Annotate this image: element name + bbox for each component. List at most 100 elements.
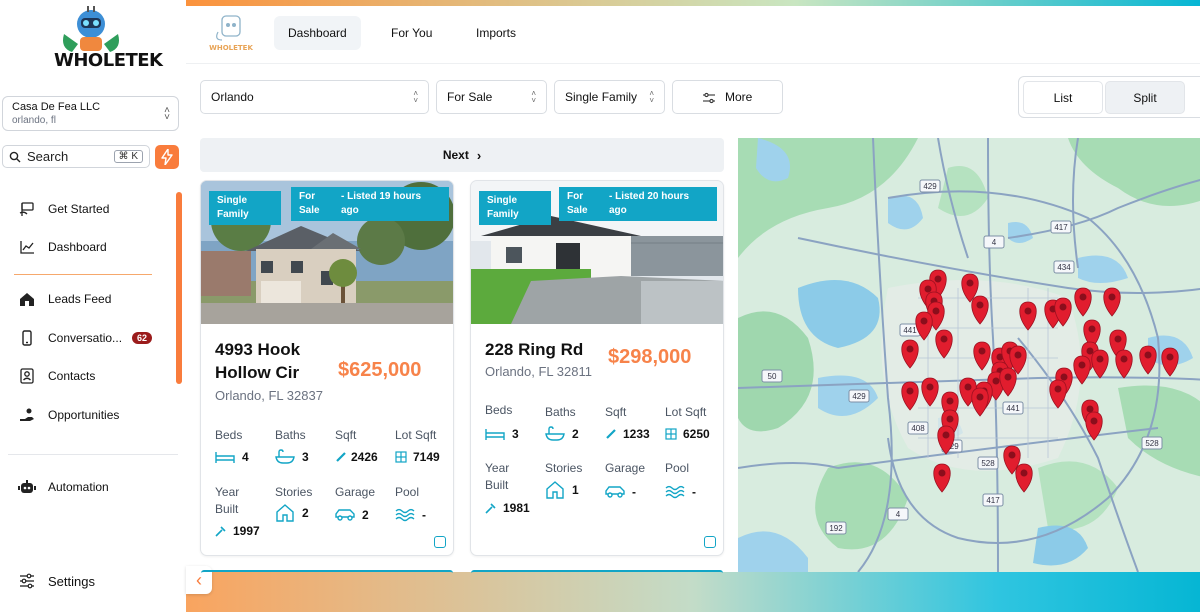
sidebar-item-opportunities[interactable]: Opportunities bbox=[18, 406, 119, 424]
year-built-value: 1997 bbox=[215, 522, 260, 540]
highway-shield: 528 bbox=[977, 456, 999, 470]
baths-value: 3 bbox=[275, 448, 309, 466]
nav-divider bbox=[8, 454, 178, 455]
highway-shield: 429 bbox=[848, 389, 870, 403]
sqft-value: 2426 bbox=[335, 448, 378, 466]
more-filters-label: More bbox=[725, 90, 753, 104]
sidebar: WHOLETEK Casa De Fea LLC orlando, fl ˄ ˅ … bbox=[0, 0, 186, 612]
bathtub-icon bbox=[545, 425, 565, 443]
property-type-value: Single Family bbox=[565, 90, 638, 104]
listing-city: Orlando, FL 32811 bbox=[485, 364, 592, 379]
sidebar-item-label: Automation bbox=[48, 480, 109, 494]
listings-map[interactable]: 429 4 417 434 441 50 429 408 528 417 4 192 528 429 441 bbox=[738, 138, 1200, 572]
pool-value: - bbox=[665, 483, 696, 501]
sidebar-item-leads-feed[interactable]: Leads Feed bbox=[18, 290, 111, 308]
top-header: WHOLETEK Dashboard For You Imports bbox=[186, 6, 1200, 64]
sqft-label: Sqft bbox=[605, 405, 627, 419]
tab-imports[interactable]: Imports bbox=[462, 16, 530, 50]
contact-card-icon bbox=[18, 367, 36, 385]
highway-shield: 429 bbox=[919, 179, 941, 193]
water-waves-icon bbox=[395, 506, 415, 524]
beds-value: 3 bbox=[485, 425, 519, 443]
select-checkbox[interactable] bbox=[434, 536, 446, 548]
select-checkbox[interactable] bbox=[704, 536, 716, 548]
location-value: Orlando bbox=[211, 90, 254, 104]
robot-icon bbox=[18, 478, 36, 496]
org-selector[interactable]: Casa De Fea LLC orlando, fl ˄ ˅ bbox=[2, 96, 179, 131]
lot-sqft-value: 7149 bbox=[395, 448, 440, 466]
sidebar-item-get-started[interactable]: Get Started bbox=[18, 200, 109, 218]
more-filters-button[interactable]: More bbox=[672, 80, 783, 114]
next-listing-card-edge bbox=[201, 570, 453, 576]
chevron-up-down-icon: ˄ ˅ bbox=[649, 89, 654, 105]
property-type-tag: Single Family bbox=[209, 191, 281, 225]
sidebar-search[interactable]: Search ⌘ K bbox=[2, 145, 150, 168]
sidebar-item-settings[interactable]: Settings bbox=[18, 572, 95, 590]
status-value: For Sale bbox=[447, 90, 493, 104]
lightning-icon bbox=[161, 149, 173, 165]
sidebar-item-label: Leads Feed bbox=[48, 292, 112, 306]
sidebar-item-label: Get Started bbox=[48, 202, 110, 216]
beds-value: 4 bbox=[215, 448, 249, 466]
highway-shield: 4 bbox=[983, 235, 1005, 249]
highway-shield: 50 bbox=[761, 369, 783, 383]
listing-price: $298,000 bbox=[608, 346, 692, 368]
chart-icon bbox=[18, 238, 36, 256]
tab-for-you[interactable]: For You bbox=[377, 16, 446, 50]
sidebar-item-dashboard[interactable]: Dashboard bbox=[18, 238, 107, 256]
lot-sqft-value: 6250 bbox=[665, 425, 710, 443]
location-select[interactable]: Orlando ˄ ˅ bbox=[200, 80, 429, 114]
ruler-icon bbox=[335, 448, 347, 466]
property-type-select[interactable]: Single Family ˄ ˅ bbox=[554, 80, 665, 114]
sidebar-item-automation[interactable]: Automation bbox=[18, 478, 109, 496]
year-built-label: Year Built bbox=[215, 485, 240, 516]
svg-text:192: 192 bbox=[829, 524, 843, 533]
beds-label: Beds bbox=[215, 428, 243, 442]
split-view-button[interactable]: Split bbox=[1105, 81, 1185, 114]
ruler-icon bbox=[605, 425, 617, 443]
sidebar-item-contacts[interactable]: Contacts bbox=[18, 367, 95, 385]
next-page-button[interactable]: Next › bbox=[200, 138, 724, 172]
chevron-up-down-icon: ˄ ˅ bbox=[164, 105, 170, 123]
stories-value: 2 bbox=[275, 504, 309, 522]
highway-shield: 192 bbox=[825, 521, 847, 535]
sidebar-item-conversations[interactable]: Conversatio... 62 bbox=[18, 329, 153, 347]
listing-price: $625,000 bbox=[338, 359, 422, 381]
lot-sqft-label: Lot Sqft bbox=[665, 405, 707, 419]
highway-shield: 434 bbox=[1053, 260, 1075, 274]
garage-value: - bbox=[605, 483, 636, 501]
pool-label: Pool bbox=[665, 461, 690, 475]
svg-text:429: 429 bbox=[852, 392, 866, 401]
svg-text:408: 408 bbox=[911, 424, 925, 433]
stories-label: Stories bbox=[545, 461, 583, 475]
map-canvas[interactable]: 4294417434441504294085284174192528429441 bbox=[738, 138, 1200, 572]
svg-text:429: 429 bbox=[923, 182, 937, 191]
unread-count-badge: 62 bbox=[132, 332, 153, 344]
tab-dashboard[interactable]: Dashboard bbox=[274, 16, 361, 50]
listed-time-tag: - Listed 20 hours ago bbox=[601, 187, 717, 221]
svg-text:4: 4 bbox=[896, 510, 901, 519]
house-outline-icon bbox=[275, 504, 295, 522]
status-select[interactable]: For Sale ˄ ˅ bbox=[436, 80, 547, 114]
hammer-icon bbox=[485, 499, 497, 517]
quick-action-button[interactable] bbox=[155, 145, 179, 169]
beds-label: Beds bbox=[485, 403, 513, 417]
listing-address: 4993 Hook Hollow Cir bbox=[215, 340, 301, 382]
wholetek-mini-logo: WHOLETEK bbox=[209, 15, 253, 52]
search-shortcut: ⌘ K bbox=[113, 150, 143, 163]
sidebar-scrollbar[interactable] bbox=[176, 192, 182, 384]
listed-time-tag: - Listed 19 hours ago bbox=[333, 187, 449, 221]
house-outline-icon bbox=[545, 481, 565, 499]
year-built-value: 1981 bbox=[485, 499, 530, 517]
sidebar-item-label: Settings bbox=[48, 573, 95, 589]
svg-text:441: 441 bbox=[1006, 404, 1020, 413]
listing-card[interactable]: Single Family For Sale - Listed 20 hours… bbox=[470, 180, 724, 556]
baths-label: Baths bbox=[545, 405, 576, 419]
list-view-button[interactable]: List bbox=[1023, 81, 1103, 114]
filter-sliders-icon bbox=[703, 92, 715, 104]
listing-card[interactable]: Single Family For Sale - Listed 19 hours… bbox=[200, 180, 454, 556]
sqft-label: Sqft bbox=[335, 428, 357, 442]
pool-value: - bbox=[395, 506, 426, 524]
highway-shield: 417 bbox=[982, 493, 1004, 507]
next-listing-card-edge bbox=[471, 570, 723, 576]
